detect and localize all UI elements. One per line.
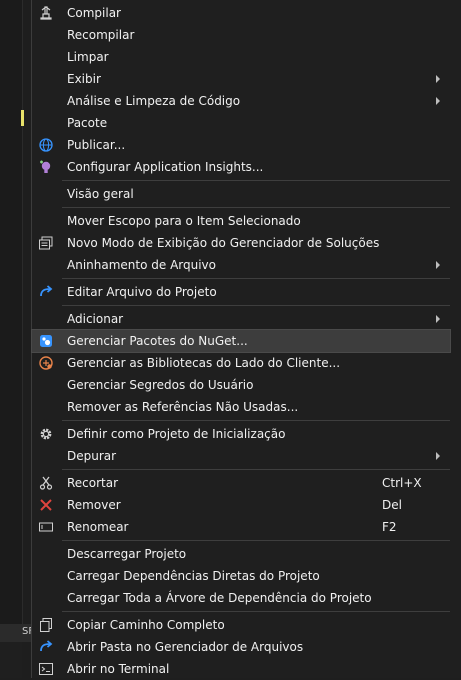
- menu-item-mover-escopo[interactable]: Mover Escopo para o Item Selecionado: [32, 210, 450, 232]
- submenu-arrow-icon: [436, 97, 440, 105]
- globe-icon: [38, 137, 54, 153]
- menu-item-carregar-diretas[interactable]: Carregar Dependências Diretas do Projeto: [32, 565, 450, 587]
- menu-label: Abrir Pasta no Gerenciador de Arquivos: [67, 640, 304, 654]
- menu-item-abrir-pasta[interactable]: Abrir Pasta no Gerenciador de Arquivos: [32, 636, 450, 658]
- menu-item-novo-modo[interactable]: Novo Modo de Exibição do Gerenciador de …: [32, 232, 450, 254]
- menu-item-descarregar[interactable]: Descarregar Projeto: [32, 543, 450, 565]
- menu-item-gerenciar-bibliotecas[interactable]: Gerenciar as Bibliotecas do Lado do Clie…: [32, 352, 450, 374]
- menu-label: Gerenciar as Bibliotecas do Lado do Clie…: [67, 356, 341, 370]
- libman-icon: [38, 355, 54, 371]
- menu-label: Recortar: [67, 476, 119, 490]
- application-insights-icon: [38, 159, 54, 175]
- submenu-arrow-icon: [436, 75, 440, 83]
- menu-item-analise[interactable]: Análise e Limpeza de Código: [32, 90, 450, 112]
- scissors-icon: [38, 475, 54, 491]
- menu-item-remover-refs[interactable]: Remover as Referências Não Usadas...: [32, 396, 450, 418]
- menu-label: Abrir no Terminal: [67, 662, 170, 676]
- menu-item-editar-projeto[interactable]: Editar Arquivo do Projeto: [32, 281, 450, 303]
- menu-label: Pacote: [67, 116, 108, 130]
- menu-label: Publicar...: [67, 138, 126, 152]
- solution-explorer-edge: [0, 0, 23, 624]
- menu-separator: [62, 611, 450, 612]
- menu-label: Gerenciar Pacotes do NuGet...: [67, 334, 248, 348]
- menu-label: Remover as Referências Não Usadas...: [67, 400, 299, 414]
- submenu-arrow-icon: [436, 315, 440, 323]
- redo-arrow-icon: [38, 639, 54, 655]
- menu-label: Limpar: [67, 50, 109, 64]
- menu-item-visao-geral[interactable]: Visão geral: [32, 183, 450, 205]
- menu-separator: [62, 420, 450, 421]
- build-icon: [38, 5, 54, 21]
- menu-item-depurar[interactable]: Depurar: [32, 445, 450, 467]
- new-view-icon: [38, 235, 54, 251]
- copy-icon: [38, 617, 54, 633]
- menu-item-renomear[interactable]: Renomear F2: [32, 516, 450, 538]
- menu-item-gerenciar-nuget[interactable]: Gerenciar Pacotes do NuGet...: [31, 329, 451, 353]
- menu-label: Remover: [67, 498, 121, 512]
- menu-item-aninhamento[interactable]: Aninhamento de Arquivo: [32, 254, 450, 276]
- menu-label: Carregar Toda a Árvore de Dependência do…: [67, 591, 372, 605]
- change-marker: [21, 110, 24, 126]
- menu-label: Mover Escopo para o Item Selecionado: [67, 214, 301, 228]
- menu-item-abrir-terminal[interactable]: Abrir no Terminal: [32, 658, 450, 680]
- menu-item-recortar[interactable]: Recortar Ctrl+X: [32, 472, 450, 494]
- menu-item-pacote[interactable]: Pacote: [32, 112, 450, 134]
- menu-label: Descarregar Projeto: [67, 547, 187, 561]
- menu-item-definir-inicializacao[interactable]: Definir como Projeto de Inicialização: [32, 423, 450, 445]
- menu-separator: [62, 469, 450, 470]
- shortcut-text: Del: [382, 498, 402, 512]
- menu-label: Aninhamento de Arquivo: [67, 258, 216, 272]
- submenu-arrow-icon: [436, 261, 440, 269]
- menu-separator: [62, 540, 450, 541]
- menu-label: Novo Modo de Exibição do Gerenciador de …: [67, 236, 380, 250]
- menu-item-recompilar[interactable]: Recompilar: [32, 24, 450, 46]
- menu-item-adicionar[interactable]: Adicionar: [32, 308, 450, 330]
- menu-label: Visão geral: [67, 187, 134, 201]
- left-panel: SF: [0, 0, 34, 678]
- menu-separator: [62, 180, 450, 181]
- menu-item-limpar[interactable]: Limpar: [32, 46, 450, 68]
- menu-separator: [62, 278, 450, 279]
- context-menu: Compilar Recompilar Limpar Exibir Anális…: [31, 0, 461, 678]
- menu-item-compilar[interactable]: Compilar: [32, 2, 450, 24]
- menu-item-gerenciar-segredos[interactable]: Gerenciar Segredos do Usuário: [32, 374, 450, 396]
- menu-item-copiar-caminho[interactable]: Copiar Caminho Completo: [32, 614, 450, 636]
- menu-separator: [62, 305, 450, 306]
- menu-item-publicar[interactable]: Publicar...: [32, 134, 450, 156]
- redo-arrow-icon: [38, 284, 54, 300]
- delete-x-icon: [38, 497, 54, 513]
- menu-label: Configurar Application Insights...: [67, 160, 264, 174]
- menu-label: Renomear: [67, 520, 129, 534]
- menu-item-config-insights[interactable]: Configurar Application Insights...: [32, 156, 450, 178]
- shortcut-text: Ctrl+X: [382, 476, 422, 490]
- menu-item-remover[interactable]: Remover Del: [32, 494, 450, 516]
- menu-label: Gerenciar Segredos do Usuário: [67, 378, 254, 392]
- menu-label: Compilar: [67, 6, 121, 20]
- menu-label: Definir como Projeto de Inicialização: [67, 427, 286, 441]
- menu-label: Recompilar: [67, 28, 135, 42]
- rename-icon: [38, 519, 54, 535]
- menu-label: Adicionar: [67, 312, 124, 326]
- menu-label: Depurar: [67, 449, 117, 463]
- menu-label: Análise e Limpeza de Código: [67, 94, 241, 108]
- nuget-icon: [38, 333, 54, 349]
- submenu-arrow-icon: [436, 452, 440, 460]
- shortcut-text: F2: [382, 520, 397, 534]
- menu-label: Exibir: [67, 72, 101, 86]
- menu-label: Carregar Dependências Diretas do Projeto: [67, 569, 320, 583]
- menu-item-exibir[interactable]: Exibir: [32, 68, 450, 90]
- terminal-icon: [38, 661, 54, 677]
- menu-label: Copiar Caminho Completo: [67, 618, 225, 632]
- menu-item-carregar-arvore[interactable]: Carregar Toda a Árvore de Dependência do…: [32, 587, 450, 609]
- gear-icon: [38, 426, 54, 442]
- menu-label: Editar Arquivo do Projeto: [67, 285, 217, 299]
- bottom-tab[interactable]: SF: [0, 624, 34, 642]
- menu-separator: [62, 207, 450, 208]
